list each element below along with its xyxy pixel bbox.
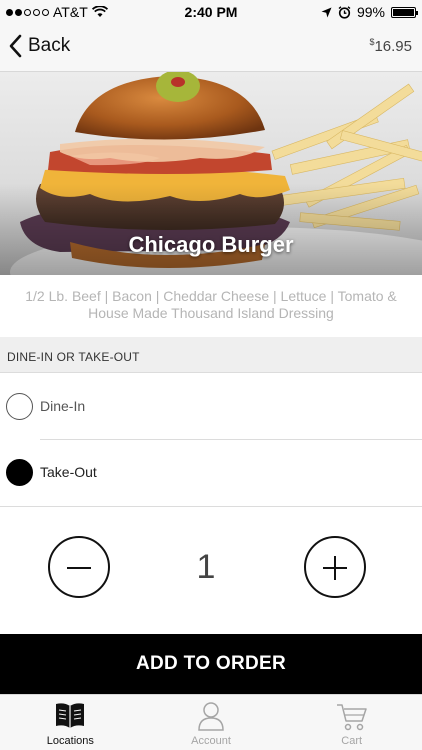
person-icon [198, 702, 224, 731]
back-label: Back [28, 35, 71, 56]
item-price: $16.95 [369, 37, 412, 55]
add-to-order-button[interactable]: ADD TO ORDER [0, 634, 422, 694]
section-header-dine-option: DINE-IN OR TAKE-OUT [0, 337, 422, 373]
chevron-left-icon [9, 34, 22, 58]
item-description: 1/2 Lb. Beef | Bacon | Cheddar Cheese | … [25, 288, 397, 321]
minus-icon [67, 567, 91, 569]
tab-cart[interactable]: Cart [281, 695, 422, 750]
cart-icon [336, 704, 367, 731]
battery-percent: 99% [356, 4, 385, 20]
tab-locations[interactable]: Locations [0, 695, 141, 750]
book-icon [56, 703, 85, 728]
option-dine-in[interactable]: Dine-In [0, 373, 422, 439]
currency-symbol: $ [369, 37, 375, 47]
tab-label: Account [191, 735, 231, 747]
status-bar: AT&T 2:40 PM 99% [0, 0, 422, 24]
item-title: Chicago Burger [128, 232, 294, 257]
item-photo: Chicago Burger [0, 72, 422, 275]
price-value: 16.95 [374, 38, 412, 55]
tab-account[interactable]: Account [141, 695, 282, 750]
radio-unchecked-icon[interactable] [6, 392, 33, 420]
back-button[interactable]: Back [8, 34, 70, 58]
location-arrow-icon [321, 7, 332, 17]
tab-bar: Locations Account Cart [0, 694, 422, 750]
increase-quantity-button[interactable] [304, 536, 366, 598]
tab-label: Locations [46, 735, 94, 747]
option-label: Take-Out [40, 464, 97, 480]
battery-icon [391, 6, 418, 18]
status-right: 99% [321, 4, 418, 20]
tab-label: Cart [341, 735, 363, 747]
option-label: Dine-In [40, 398, 86, 414]
nav-bar: Back $16.95 [0, 24, 422, 72]
option-take-out[interactable]: Take-Out [0, 439, 422, 505]
divider [0, 506, 422, 507]
quantity-value: 1 [196, 548, 216, 586]
decrease-quantity-button[interactable] [48, 536, 110, 598]
radio-checked-icon[interactable] [6, 458, 33, 486]
alarm-icon [338, 5, 351, 19]
